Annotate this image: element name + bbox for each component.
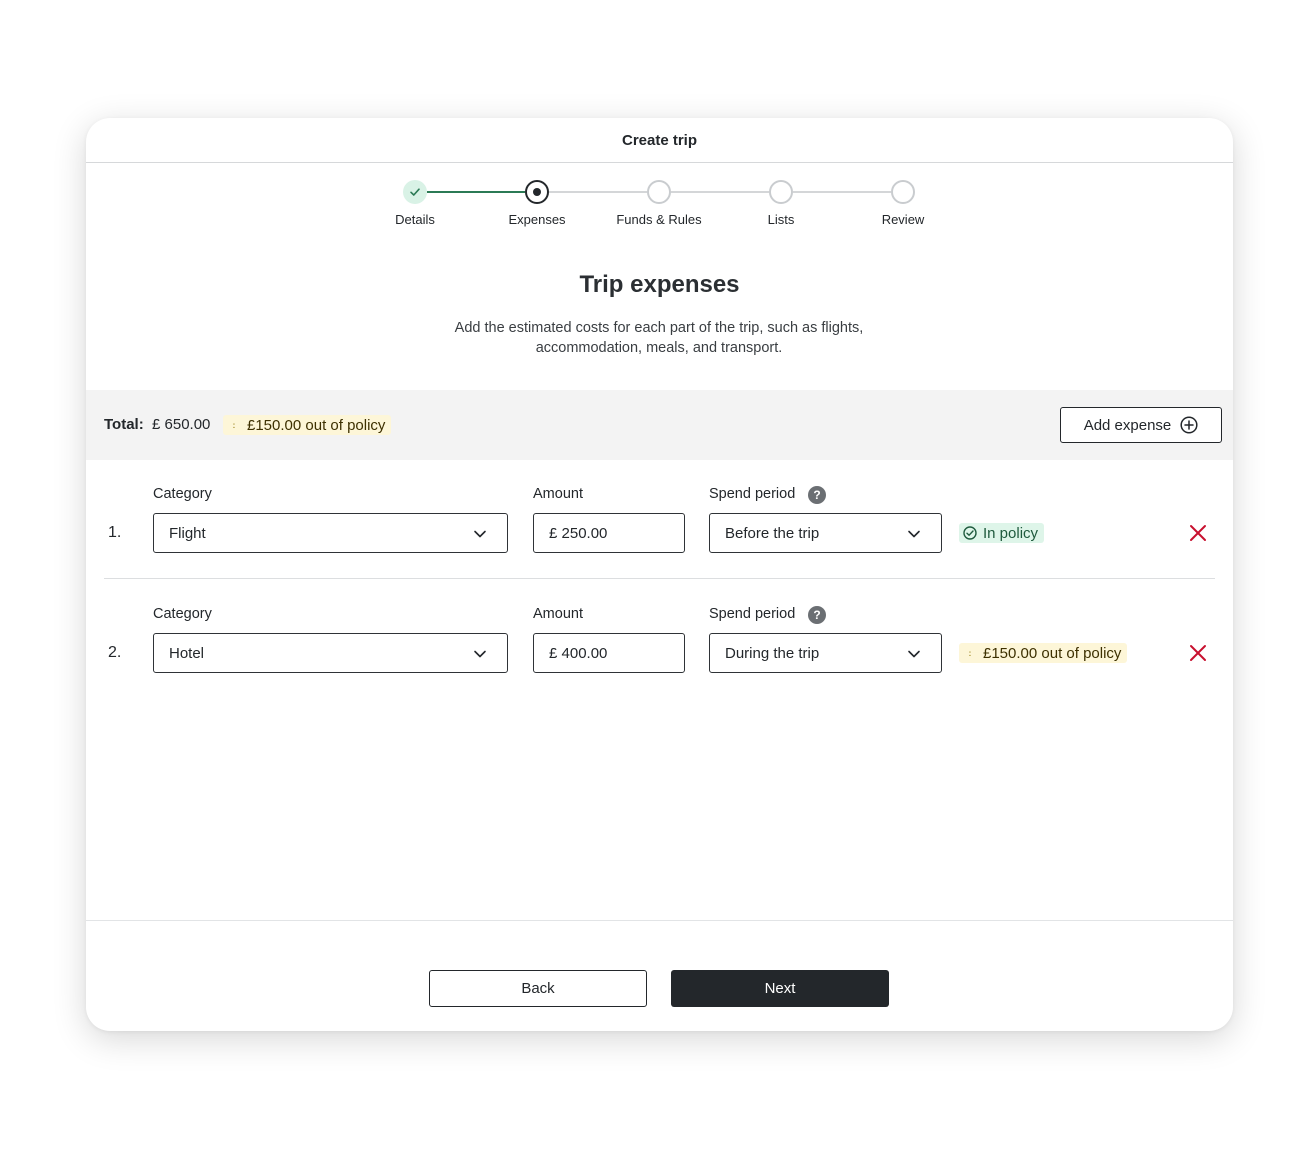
out-of-policy-badge: : £150.00 out of policy — [223, 415, 392, 435]
expense-number: 1. — [108, 524, 122, 541]
amount-label: Amount — [533, 486, 583, 502]
progress-stepper: Details Expenses Funds & Rules Lists Rev… — [86, 118, 1233, 238]
category-select[interactable]: Hotel — [153, 633, 508, 673]
expense-number: 2. — [108, 644, 122, 661]
total-label: Total: — [104, 416, 144, 433]
category-value: Hotel — [169, 644, 205, 662]
delete-x-icon[interactable] — [1189, 524, 1207, 542]
checkmark-icon — [410, 188, 420, 196]
amount-label: Amount — [533, 606, 583, 622]
next-button[interactable]: Next — [671, 970, 889, 1007]
spend-period-select[interactable]: Before the trip — [709, 513, 942, 553]
chevron-down-icon — [908, 650, 920, 658]
category-label: Category — [153, 486, 212, 502]
total-amount: £ 650.00 — [152, 416, 211, 433]
step-label-review[interactable]: Review — [833, 212, 973, 227]
out-of-policy-text: £150.00 out of policy — [247, 416, 386, 434]
step-details-node[interactable] — [403, 180, 427, 204]
add-expense-button[interactable]: Add expense — [1060, 407, 1222, 443]
totals-bar: Total: £ 650.00 : £150.00 out of policy … — [86, 390, 1233, 460]
amount-value: £ 250.00 — [549, 524, 608, 542]
step-connector — [671, 191, 769, 193]
page-title: Trip expenses — [579, 271, 740, 298]
check-circle-icon — [963, 526, 977, 540]
category-value: Flight — [169, 524, 206, 542]
amount-input[interactable]: £ 250.00 — [533, 513, 685, 553]
amount-value: £ 400.00 — [549, 644, 608, 662]
spend-period-value: During the trip — [725, 644, 820, 662]
amount-input[interactable]: £ 400.00 — [533, 633, 685, 673]
delete-x-icon[interactable] — [1189, 644, 1207, 662]
spend-period-label: Spend period — [709, 486, 796, 502]
chevron-down-icon — [474, 650, 486, 658]
step-funds-rules-node[interactable] — [647, 180, 671, 204]
current-step-dot — [533, 188, 541, 196]
page-subtitle: Add the estimated costs for each part of… — [454, 320, 864, 356]
step-label-expenses[interactable]: Expenses — [467, 212, 607, 227]
create-trip-dialog: Create trip Details Expenses Funds & Rul… — [86, 118, 1233, 1031]
row-divider — [104, 578, 1215, 579]
step-expenses-node[interactable] — [525, 180, 549, 204]
step-review-node[interactable] — [891, 180, 915, 204]
spend-period-label: Spend period — [709, 606, 796, 622]
add-expense-label: Add expense — [1083, 416, 1172, 434]
step-label-lists[interactable]: Lists — [711, 212, 851, 227]
step-connector — [793, 191, 891, 193]
step-lists-node[interactable] — [769, 180, 793, 204]
out-of-policy-badge: : £150.00 out of policy — [959, 643, 1128, 663]
category-select[interactable]: Flight — [153, 513, 508, 553]
footer-divider — [86, 920, 1233, 921]
help-icon[interactable]: ? — [808, 606, 826, 624]
step-connector — [549, 191, 647, 193]
chevron-down-icon — [474, 530, 486, 538]
help-icon[interactable]: ? — [808, 486, 826, 504]
category-label: Category — [153, 606, 212, 622]
spend-period-select[interactable]: During the trip — [709, 633, 942, 673]
policy-status-text: In policy — [983, 524, 1039, 542]
step-label-funds-rules[interactable]: Funds & Rules — [589, 212, 729, 227]
step-label-details[interactable]: Details — [345, 212, 485, 227]
back-button[interactable]: Back — [429, 970, 647, 1007]
in-policy-badge: In policy — [959, 523, 1045, 543]
step-connector-complete — [427, 191, 525, 193]
chevron-down-icon — [908, 530, 920, 538]
warning-icon: : — [968, 648, 972, 658]
spend-period-value: Before the trip — [725, 524, 820, 542]
policy-status-text: £150.00 out of policy — [983, 644, 1122, 662]
plus-circle-icon — [1180, 416, 1198, 434]
warning-icon: : — [232, 420, 236, 430]
